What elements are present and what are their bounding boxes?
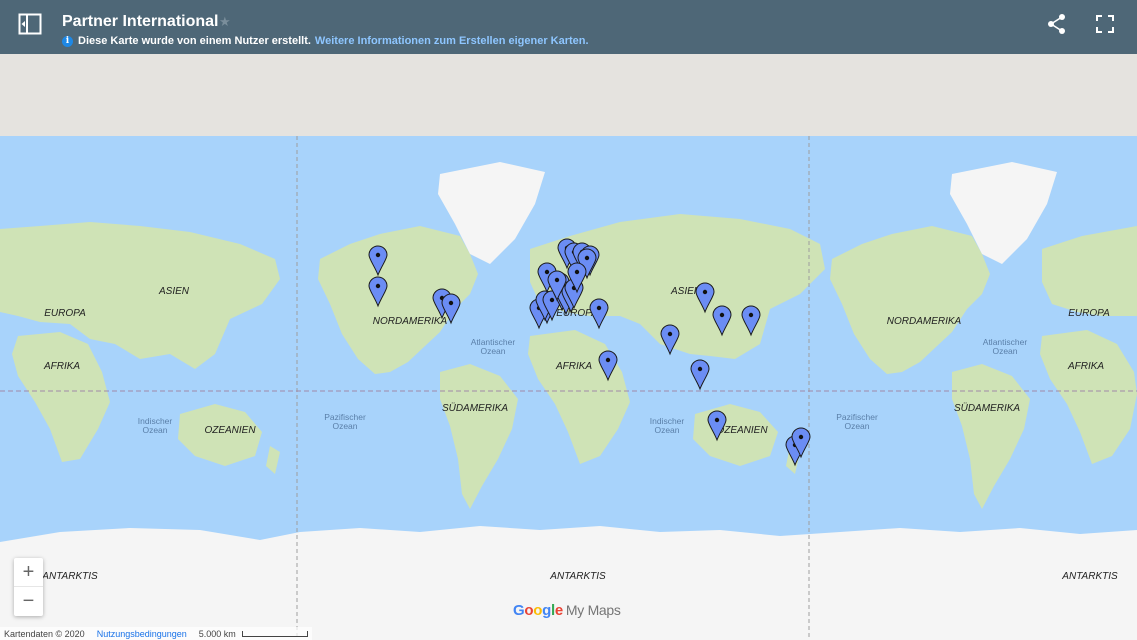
map-top-band xyxy=(0,54,1137,136)
label-nordamerika: NORDAMERIKA xyxy=(373,316,448,327)
label-europa: EUROPA xyxy=(44,308,86,319)
label-ozeanien: OZEANIEN xyxy=(204,425,256,436)
google-logo-text: Google xyxy=(513,602,563,619)
map-pin-dot xyxy=(574,269,580,275)
scale-label: 5.000 km xyxy=(198,628,236,639)
map-pin-dot xyxy=(448,300,454,306)
map-pin-dot xyxy=(667,331,673,337)
creator-info-text: Diese Karte wurde von einem Nutzer erste… xyxy=(78,35,311,47)
label-antarktis: ANTARKTIS xyxy=(1061,571,1118,582)
scale-bar xyxy=(241,630,308,637)
info-icon: i xyxy=(62,35,73,47)
label-ozean: Ozean xyxy=(844,421,869,431)
map-pin-dot xyxy=(714,417,720,423)
map-pin-dot xyxy=(375,283,381,289)
map-pin-dot xyxy=(719,312,725,318)
side-panel-icon[interactable] xyxy=(18,13,42,35)
label-afrika: AFRIKA xyxy=(43,361,80,372)
map-pin-dot xyxy=(702,289,708,295)
label-asien: ASIEN xyxy=(158,286,190,297)
map-pin-dot xyxy=(554,277,560,283)
map-data-credit: Kartendaten © 2020 xyxy=(4,628,85,639)
map-pin-dot xyxy=(375,252,381,258)
zoom-control: + − xyxy=(14,558,43,616)
map-pin-dot xyxy=(748,312,754,318)
landmass-antarctica xyxy=(0,526,1137,640)
zoom-in-button[interactable]: + xyxy=(14,558,43,587)
map-title: Partner International xyxy=(62,13,219,30)
label-antarktis: ANTARKTIS xyxy=(549,571,606,582)
world-map[interactable]: ASIEN EUROPA AFRIKA OZEANIEN ANTARKTIS N… xyxy=(0,54,1137,640)
label-afrika: AFRIKA xyxy=(1067,361,1104,372)
terms-link[interactable]: Nutzungsbedingungen xyxy=(97,629,187,639)
map-pin-dot xyxy=(697,366,703,372)
label-afrika: AFRIKA xyxy=(555,361,592,372)
zoom-out-button[interactable]: − xyxy=(14,587,43,616)
map-pin-dot xyxy=(549,297,555,303)
label-ozeanien: OZEANIEN xyxy=(716,425,768,436)
label-ozean: Ozean xyxy=(332,421,357,431)
fullscreen-icon[interactable] xyxy=(1095,13,1115,35)
label-ozean: Ozean xyxy=(480,346,505,356)
google-my-maps-logo: Google My Maps xyxy=(513,602,621,619)
learn-more-link[interactable]: Weitere Informationen zum Erstellen eige… xyxy=(315,35,589,47)
star-icon[interactable]: ★ xyxy=(219,14,231,30)
label-nordamerika: NORDAMERIKA xyxy=(887,316,962,327)
map-pin-dot xyxy=(605,357,611,363)
map-pin-dot xyxy=(596,305,602,311)
label-suedamerika: SÜDAMERIKA xyxy=(442,402,508,414)
creator-info: i Diese Karte wurde von einem Nutzer ers… xyxy=(62,35,589,47)
label-ozean: Ozean xyxy=(992,346,1017,356)
map-header: Partner International ★ i Diese Karte wu… xyxy=(0,0,1137,54)
label-ozean: Ozean xyxy=(654,425,679,435)
label-suedamerika: SÜDAMERIKA xyxy=(954,402,1020,414)
map-pin-dot xyxy=(584,255,590,261)
label-ozean: Ozean xyxy=(142,425,167,435)
label-antarktis: ANTARKTIS xyxy=(41,571,98,582)
label-europa: EUROPA xyxy=(1068,308,1110,319)
attribution-bar: Kartendaten © 2020 Nutzungsbedingungen 5… xyxy=(0,627,312,640)
share-icon[interactable] xyxy=(1047,13,1067,35)
my-maps-text: My Maps xyxy=(565,602,621,618)
map-pin-dot xyxy=(544,269,550,275)
map-pin-dot xyxy=(798,434,804,440)
